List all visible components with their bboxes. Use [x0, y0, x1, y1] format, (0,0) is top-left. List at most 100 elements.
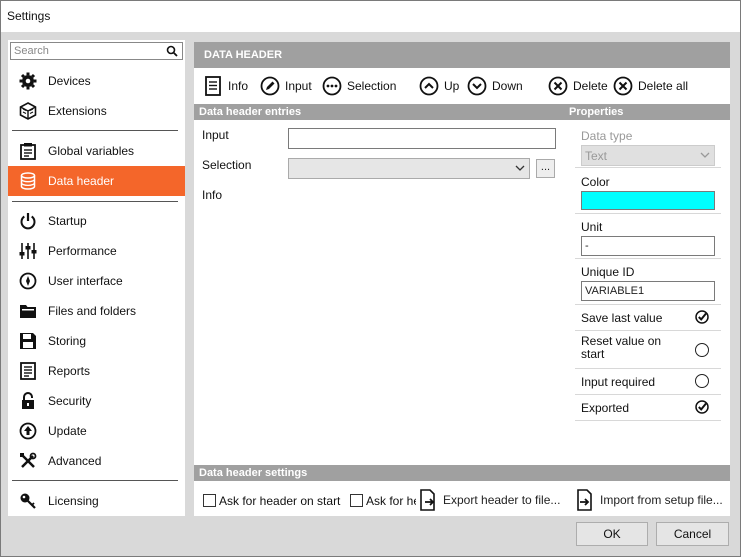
selection-browse-button[interactable]: ... [536, 159, 555, 178]
down-button[interactable]: Down [467, 74, 523, 98]
up-button[interactable]: Up [419, 74, 459, 98]
client-area: Search Devices Extensions Global variabl… [1, 32, 740, 556]
color-label: Color [581, 175, 610, 189]
exported-property: Exported [575, 396, 721, 421]
data-type-dropdown[interactable]: Text [581, 145, 715, 166]
database-icon [20, 172, 36, 190]
up-button-label: Up [444, 79, 460, 93]
import-setup-label: Import from setup file... [600, 493, 723, 507]
close-circle-icon [613, 76, 633, 96]
checked-circle-icon[interactable] [695, 310, 709, 324]
compass-icon [19, 272, 37, 290]
data-header-panel: DATA HEADER Info Input Selection Up Down… [194, 42, 730, 516]
clipboard-icon [20, 143, 36, 160]
ask-for-header-label: Ask for he [366, 494, 416, 508]
input-button[interactable]: Input [260, 74, 312, 98]
search-input[interactable]: Search [10, 42, 183, 60]
save-last-value-property: Save last value [575, 306, 721, 331]
sidebar-item-data-header[interactable]: Data header [8, 166, 185, 196]
info-label: Info [202, 188, 223, 202]
unit-label: Unit [581, 220, 603, 234]
sidebar-item-label: Update [48, 424, 87, 438]
import-setup-button[interactable]: Import from setup file... [576, 488, 723, 512]
delete-all-button[interactable]: Delete all [613, 74, 688, 98]
down-button-label: Down [492, 79, 523, 93]
unique-id-input[interactable]: VARIABLE1 [581, 281, 715, 301]
selection-dropdown[interactable] [288, 158, 530, 179]
sidebar-item-label: Startup [48, 214, 87, 228]
selection-button[interactable]: Selection [322, 74, 396, 98]
sidebar-item-label: Licensing [48, 494, 99, 508]
import-icon [577, 489, 592, 511]
reset-value-toggle[interactable] [695, 343, 709, 357]
sidebar-item-label: Advanced [48, 454, 102, 468]
sidebar-item-user-interface[interactable]: User interface [8, 266, 185, 296]
sidebar-item-reports[interactable]: Reports [8, 356, 185, 386]
cancel-button[interactable]: Cancel [656, 522, 729, 546]
sidebar-divider [12, 201, 178, 202]
chevron-up-icon [419, 76, 439, 96]
sidebar-item-global-variables[interactable]: Global variables [8, 136, 185, 166]
exported-label: Exported [581, 401, 630, 415]
unit-property: Unit - [575, 215, 721, 259]
sidebar-item-advanced[interactable]: Advanced [8, 446, 185, 476]
title-bar: Settings [1, 1, 740, 32]
delete-all-button-label: Delete all [638, 79, 689, 93]
entries-section-bar: Data header entries [194, 104, 730, 120]
lock-icon [22, 392, 34, 409]
selection-button-label: Selection [347, 79, 397, 93]
sidebar-item-label: Performance [48, 244, 117, 258]
sidebar-item-devices[interactable]: Devices [8, 66, 185, 96]
sidebar-item-files-and-folders[interactable]: Files and folders [8, 296, 185, 326]
input-required-property: Input required [575, 370, 721, 395]
delete-button[interactable]: Delete [548, 74, 608, 98]
cube-icon [19, 102, 37, 120]
window-title: Settings [7, 9, 51, 23]
data-type-label: Data type [581, 129, 633, 143]
sidebar-item-label: Storing [48, 334, 87, 348]
more-icon [322, 76, 342, 96]
sidebar-item-performance[interactable]: Performance [8, 236, 185, 266]
info-button[interactable]: Info [203, 74, 248, 98]
input-field[interactable] [288, 128, 556, 149]
sidebar-item-storing[interactable]: Storing [8, 326, 185, 356]
data-type-property: Data type Text [575, 122, 721, 168]
settings-title: Data header settings [199, 467, 308, 479]
properties-title: Properties [569, 106, 624, 118]
reset-value-property: Reset value on start [575, 332, 721, 369]
sidebar-item-startup[interactable]: Startup [8, 206, 185, 236]
chevron-down-icon [700, 152, 710, 158]
sidebar-item-security[interactable]: Security [8, 386, 185, 416]
color-swatch[interactable] [581, 191, 715, 210]
data-type-value: Text [585, 149, 608, 163]
sidebar-item-extensions[interactable]: Extensions [8, 96, 185, 126]
unit-input[interactable]: - [581, 236, 715, 256]
checked-circle-icon[interactable] [695, 400, 709, 414]
sidebar-divider [12, 480, 178, 481]
search-icon[interactable] [166, 45, 178, 57]
input-required-label: Input required [581, 375, 656, 389]
info-doc-icon [205, 76, 221, 96]
ask-header-on-start-label: Ask for header on start [219, 494, 341, 508]
ask-for-header-checkbox[interactable] [350, 494, 363, 507]
delete-button-label: Delete [573, 79, 608, 93]
gear-icon [19, 72, 37, 90]
input-required-toggle[interactable] [695, 374, 709, 388]
ok-button[interactable]: OK [576, 522, 648, 546]
sidebar-divider [12, 130, 178, 131]
unit-value: - [585, 240, 589, 252]
sidebar-item-label: Extensions [48, 104, 107, 118]
update-icon [19, 422, 37, 440]
pencil-icon [260, 76, 280, 96]
input-button-label: Input [285, 79, 312, 93]
ask-header-on-start-checkbox[interactable] [203, 494, 216, 507]
sidebar-item-update[interactable]: Update [8, 416, 185, 446]
chevron-down-icon [515, 165, 525, 171]
input-label: Input [202, 128, 229, 142]
export-header-button[interactable]: Export header to file... [419, 488, 560, 512]
sidebar-item-licensing[interactable]: Licensing [8, 486, 185, 516]
sliders-icon [19, 243, 37, 259]
export-icon [420, 489, 435, 511]
close-circle-icon [548, 76, 568, 96]
unique-id-property: Unique ID VARIABLE1 [575, 260, 721, 305]
